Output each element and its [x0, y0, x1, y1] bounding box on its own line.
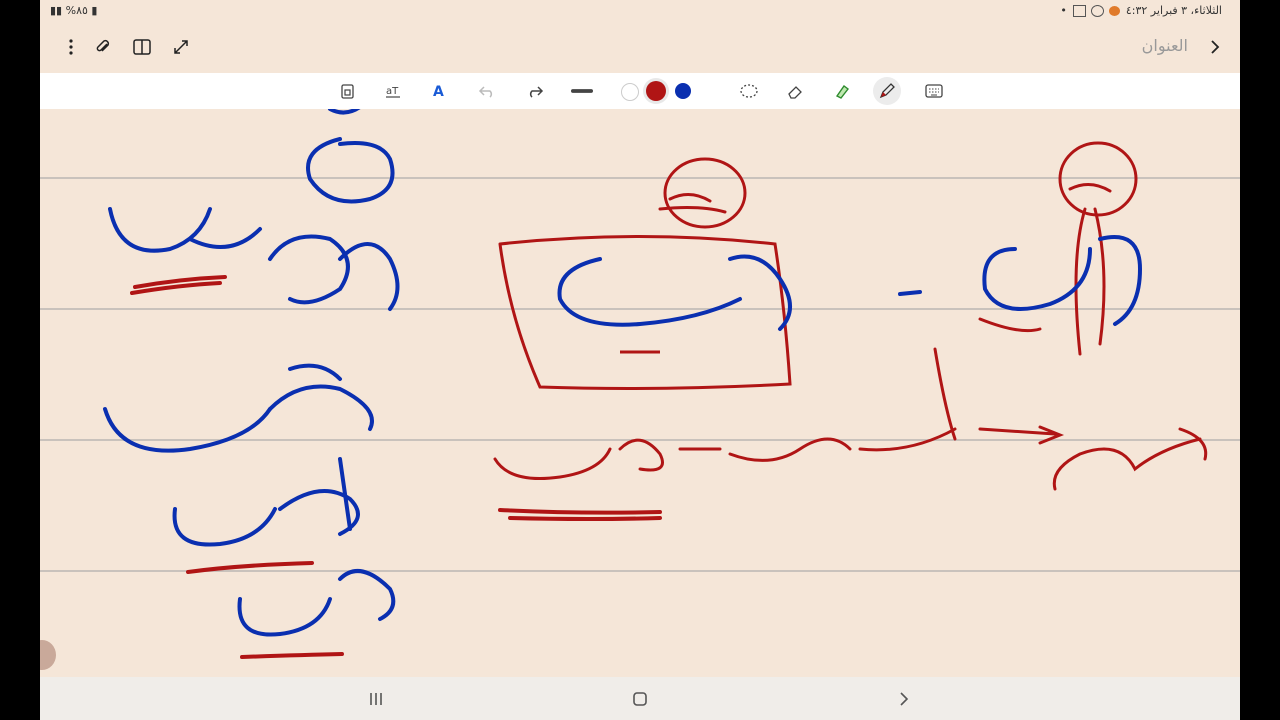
- blue-ink-strokes: [103, 105, 400, 637]
- keyboard-icon[interactable]: [923, 80, 945, 102]
- status-left: ▮▮ %٨٥ ▮: [50, 4, 97, 17]
- notification-icons: [1072, 4, 1120, 17]
- note-header: العنوان: [40, 24, 1240, 70]
- battery-icon: ▮: [91, 4, 98, 17]
- svg-text:A: A: [433, 84, 444, 100]
- attach-icon[interactable]: [92, 36, 114, 58]
- redo-icon[interactable]: [524, 80, 546, 102]
- text-recognize-icon[interactable]: aT: [382, 80, 404, 102]
- red-box-strokes: [498, 157, 792, 390]
- status-bar: ▮▮ %٨٥ ▮ • الثلاثاء، ٣ فبراير ٤:٣٢: [40, 0, 1240, 22]
- home-icon[interactable]: [628, 687, 652, 711]
- color-white-swatch[interactable]: [621, 83, 639, 101]
- pen-icon[interactable]: [873, 77, 901, 105]
- more-icon[interactable]: [60, 36, 82, 58]
- insert-page-icon[interactable]: [337, 80, 359, 102]
- undo-icon[interactable]: [476, 80, 498, 102]
- recents-icon[interactable]: [364, 687, 388, 711]
- chevron-right-icon[interactable]: [1204, 36, 1226, 58]
- handwriting-canvas[interactable]: [40, 105, 1240, 677]
- text-style-icon[interactable]: A: [428, 80, 450, 102]
- svg-text:aT: aT: [386, 86, 399, 97]
- back-icon[interactable]: [892, 687, 916, 711]
- signal-icon: ▮▮: [50, 4, 63, 17]
- note-screen: ▮▮ %٨٥ ▮ • الثلاثاء، ٣ فبراير ٤:٣٢ العنو…: [40, 0, 1240, 720]
- eraser-icon[interactable]: [784, 80, 806, 102]
- line-thickness-icon[interactable]: [571, 80, 593, 102]
- battery-text: %٨٥: [65, 4, 88, 17]
- dot-icon: •: [1060, 4, 1067, 17]
- lasso-icon[interactable]: [738, 80, 760, 102]
- red-bottom-strokes: [493, 347, 1208, 491]
- app-icon: [1108, 5, 1120, 16]
- calendar-icon: [1072, 4, 1086, 17]
- blue-boxed-word: [557, 254, 922, 331]
- highlighter-icon[interactable]: [831, 80, 853, 102]
- datetime: الثلاثاء، ٣ فبراير ٤:٣٢: [1125, 4, 1222, 17]
- color-red-swatch[interactable]: [646, 81, 666, 101]
- ink-layer: [40, 105, 1240, 659]
- expand-icon[interactable]: [170, 36, 192, 58]
- note-title[interactable]: العنوان: [1142, 36, 1188, 55]
- gamepad-icon: [1090, 4, 1104, 17]
- pen-toolbar: aT A: [40, 73, 1240, 109]
- red-underline-bottom: [498, 508, 662, 521]
- blue-right-word: [982, 235, 1143, 326]
- status-right: • الثلاثاء، ٣ فبراير ٤:٣٢: [1060, 4, 1222, 17]
- color-blue-swatch[interactable]: [675, 83, 691, 99]
- split-view-icon[interactable]: [131, 36, 153, 58]
- system-nav-bar: [40, 677, 1240, 720]
- red-underlines-left: [130, 275, 344, 659]
